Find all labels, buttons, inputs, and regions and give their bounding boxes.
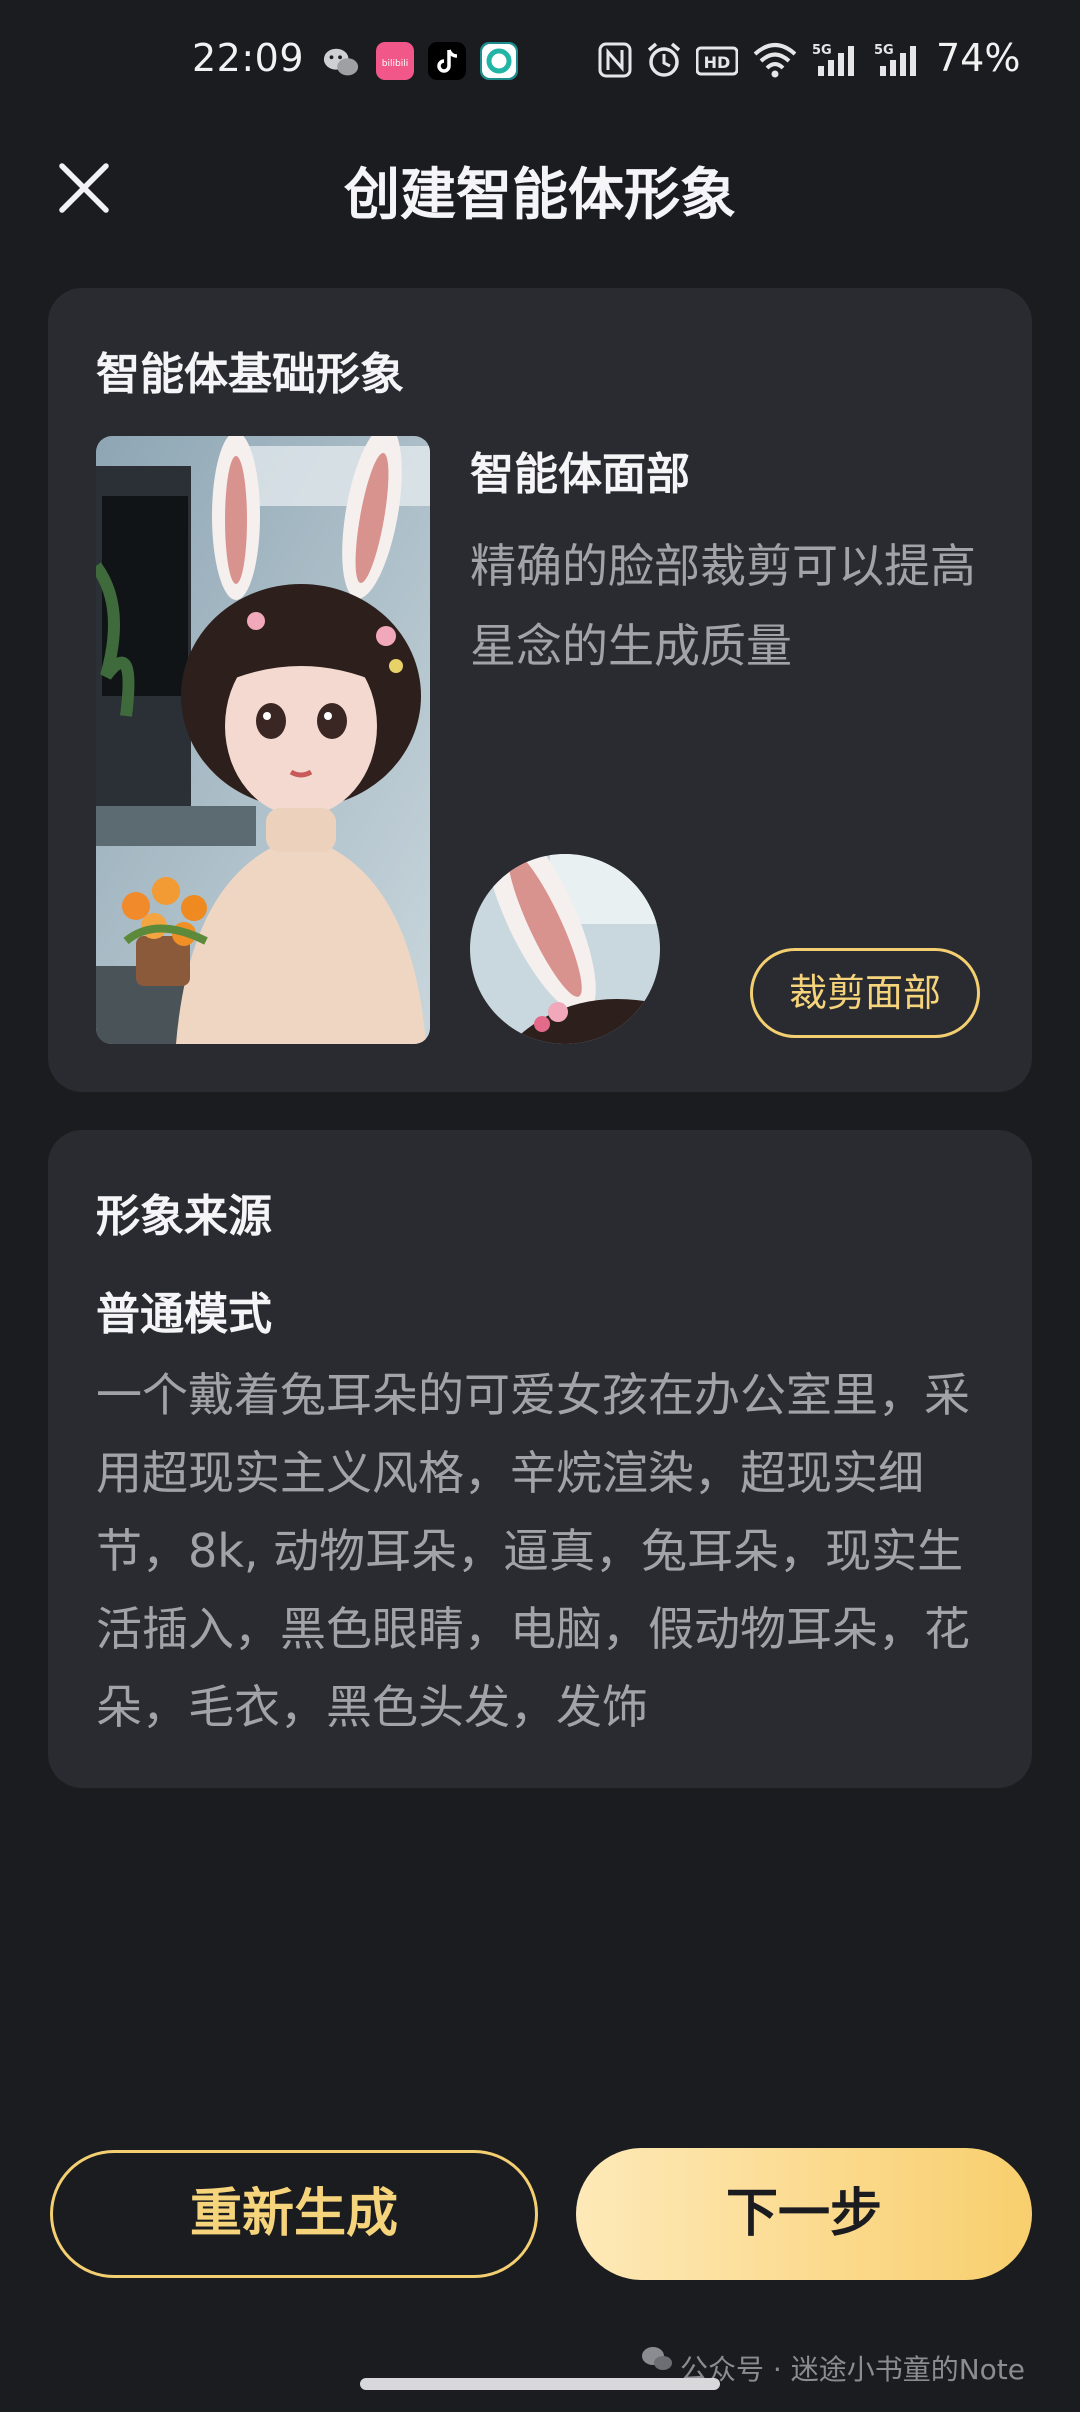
wechat-official-account-icon <box>642 2347 672 2370</box>
face-description: 精确的脸部裁剪可以提高星念的生成质量 <box>470 539 976 673</box>
image-source-title: 形象来源 <box>96 1191 272 1242</box>
svg-text:5G: 5G <box>812 43 832 58</box>
svg-text:5G: 5G <box>874 43 894 58</box>
mode-label: 普通模式 <box>96 1289 272 1340</box>
page-title: 创建智能体形象 <box>344 163 736 228</box>
prompt-text: 一个戴着兔耳朵的可爱女孩在办公室里，采用超现实主义风格，辛烷渲染，超现实细节，8… <box>96 1368 970 1734</box>
tiktok-icon <box>428 42 466 80</box>
status-bar: 22:09 bilibili HD 5G 5G 74% <box>0 0 1080 120</box>
next-step-button[interactable]: 下一步 <box>576 2148 1032 2280</box>
wechat-icon <box>323 48 359 76</box>
hd-icon: HD <box>696 46 738 76</box>
svg-text:HD: HD <box>704 53 731 72</box>
home-indicator[interactable] <box>360 2378 720 2390</box>
base-image-card: 智能体基础形象 智能体面部 精确的脸部裁剪可以提高星念的生成质量 裁剪面部 <box>48 288 1032 1092</box>
crop-face-button[interactable]: 裁剪面部 <box>750 948 980 1038</box>
wifi-icon <box>753 43 797 78</box>
nfc-icon <box>598 42 632 78</box>
avatar-portrait-image[interactable] <box>96 436 430 1044</box>
app-screen: 22:09 bilibili HD 5G 5G 74% 创建智能体形象 智能体基… <box>0 0 1080 2412</box>
base-image-title: 智能体基础形象 <box>96 349 404 400</box>
face-section-title: 智能体面部 <box>470 449 690 500</box>
status-time: 22:09 <box>192 36 305 80</box>
ring-app-icon <box>480 42 518 80</box>
bilibili-icon: bilibili <box>376 42 414 80</box>
battery-level: 74% <box>936 36 1021 80</box>
svg-text:bilibili: bilibili <box>382 59 408 69</box>
alarm-icon <box>647 42 681 77</box>
watermark-text: 公众号 · 迷途小书童的Note <box>680 2353 1025 2386</box>
face-crop-thumbnail[interactable] <box>470 854 660 1044</box>
signal-5g-icon: 5G <box>812 43 854 76</box>
regenerate-button[interactable]: 重新生成 <box>50 2150 538 2278</box>
image-source-card: 形象来源 普通模式 一个戴着兔耳朵的可爱女孩在办公室里，采用超现实主义风格，辛烷… <box>48 1130 1032 1788</box>
signal-5g-icon-2: 5G <box>874 43 916 76</box>
